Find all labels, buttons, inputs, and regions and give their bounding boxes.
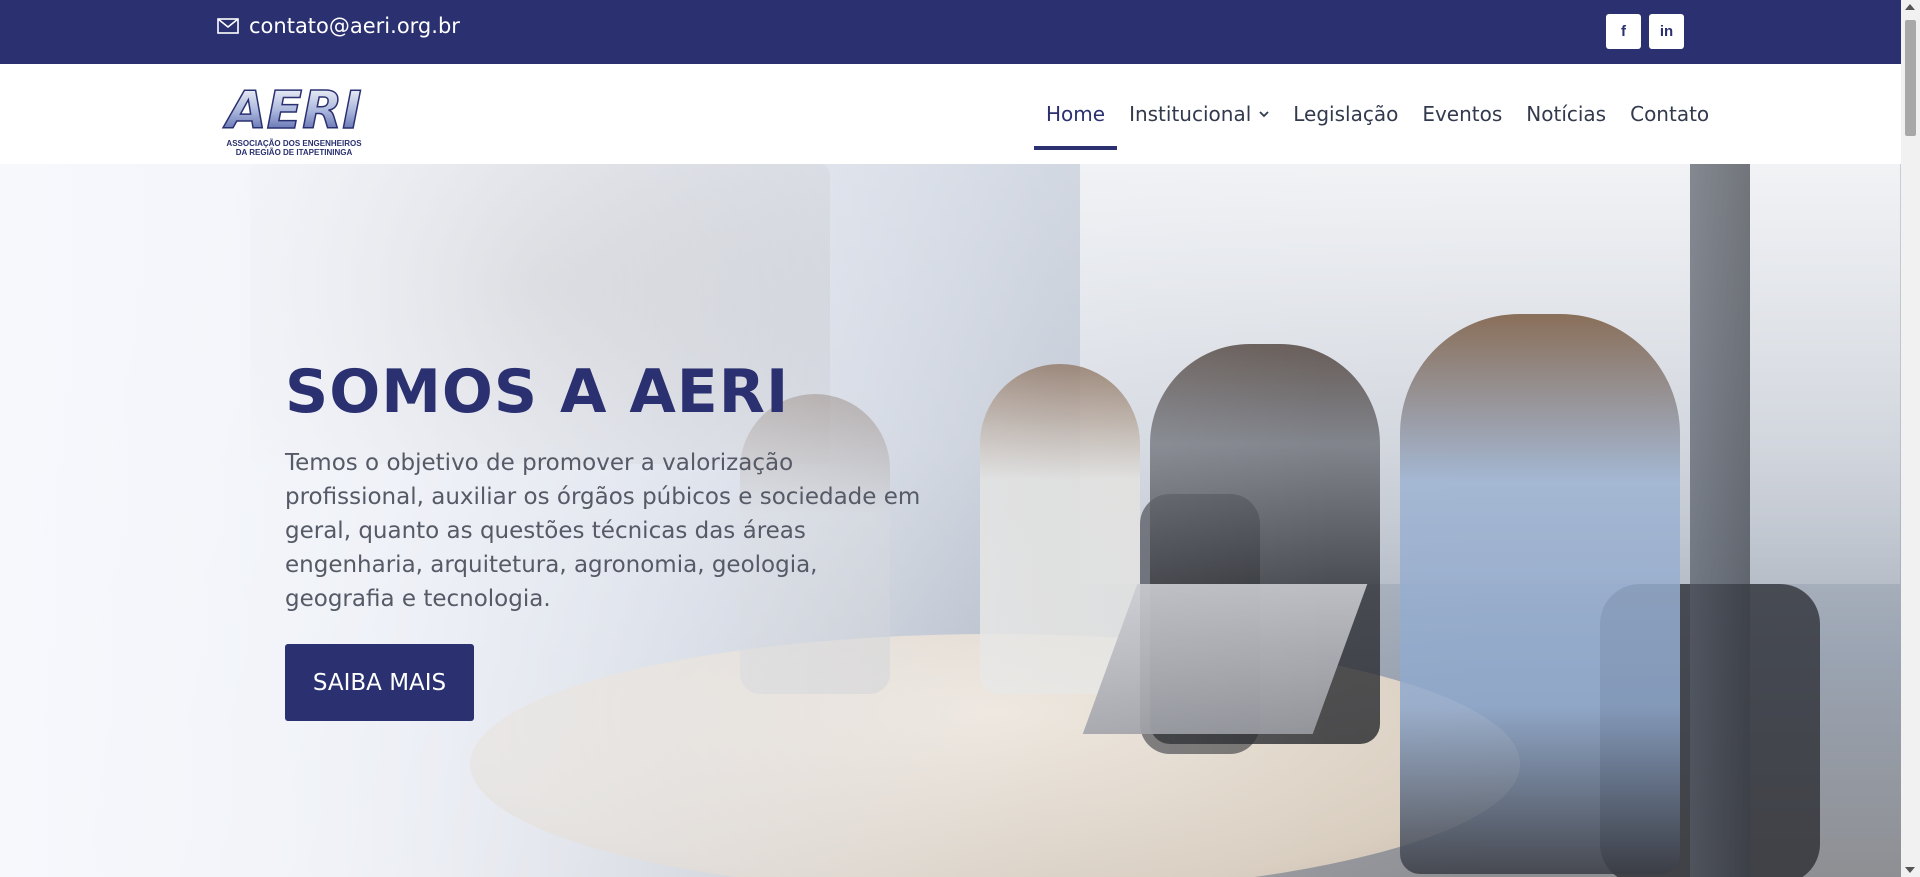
scroll-up-arrow-icon[interactable] [1905,4,1915,10]
scrollbar-thumb[interactable] [1905,20,1916,136]
hero-description: Temos o objetivo de promover a valorizaç… [285,450,921,612]
nav-eventos[interactable]: Eventos [1410,64,1514,164]
nav-eventos-label[interactable]: Eventos [1422,102,1502,126]
chevron-down-icon[interactable] [1259,109,1269,119]
email-text[interactable]: contato@aeri.org.br [249,14,460,38]
hero-content: SOMOS A AERI Temos o objetivo de promove… [285,362,925,721]
nav-institucional[interactable]: Institucional [1117,64,1281,164]
logo-line1: ASSOCIAÇÃO DOS ENGENHEIROS [226,139,362,148]
nav-noticias-label[interactable]: Notícias [1526,102,1606,126]
nav-institucional-label[interactable]: Institucional [1129,102,1251,126]
top-bar: contato@aeri.org.br f in [0,0,1901,64]
nav-legislacao-label[interactable]: Legislação [1293,102,1398,126]
aeri-logo[interactable]: AERI ASSOCIAÇÃO DOS ENGENHEIROS DA REGIÃ… [218,78,370,158]
main-nav: Home Institucional Legislação Eventos No… [1034,64,1721,164]
nav-contato-label[interactable]: Contato [1630,102,1709,126]
page-scrollbar[interactable] [1901,0,1920,877]
linkedin-icon[interactable]: in [1649,14,1684,49]
hero-title: SOMOS A AERI [285,357,790,427]
hero-banner: SOMOS A AERI Temos o objetivo de promove… [0,164,1901,877]
mail-icon [217,18,239,34]
nav-noticias[interactable]: Notícias [1514,64,1618,164]
nav-home[interactable]: Home [1034,64,1118,164]
facebook-icon[interactable]: f [1606,14,1641,49]
nav-contato[interactable]: Contato [1618,64,1721,164]
saiba-mais-button[interactable]: SAIBA MAIS [285,644,474,721]
logo-line2: DA REGIÃO DE ITAPETININGA [236,148,353,157]
logo-wordmark: AERI [222,81,361,141]
nav-legislacao[interactable]: Legislação [1281,64,1410,164]
scroll-down-arrow-icon[interactable] [1905,867,1915,873]
site-header: AERI ASSOCIAÇÃO DOS ENGENHEIROS DA REGIÃ… [0,64,1901,164]
social-links: f in [1606,14,1684,49]
contact-email[interactable]: contato@aeri.org.br [217,14,460,38]
nav-home-label[interactable]: Home [1046,102,1105,126]
